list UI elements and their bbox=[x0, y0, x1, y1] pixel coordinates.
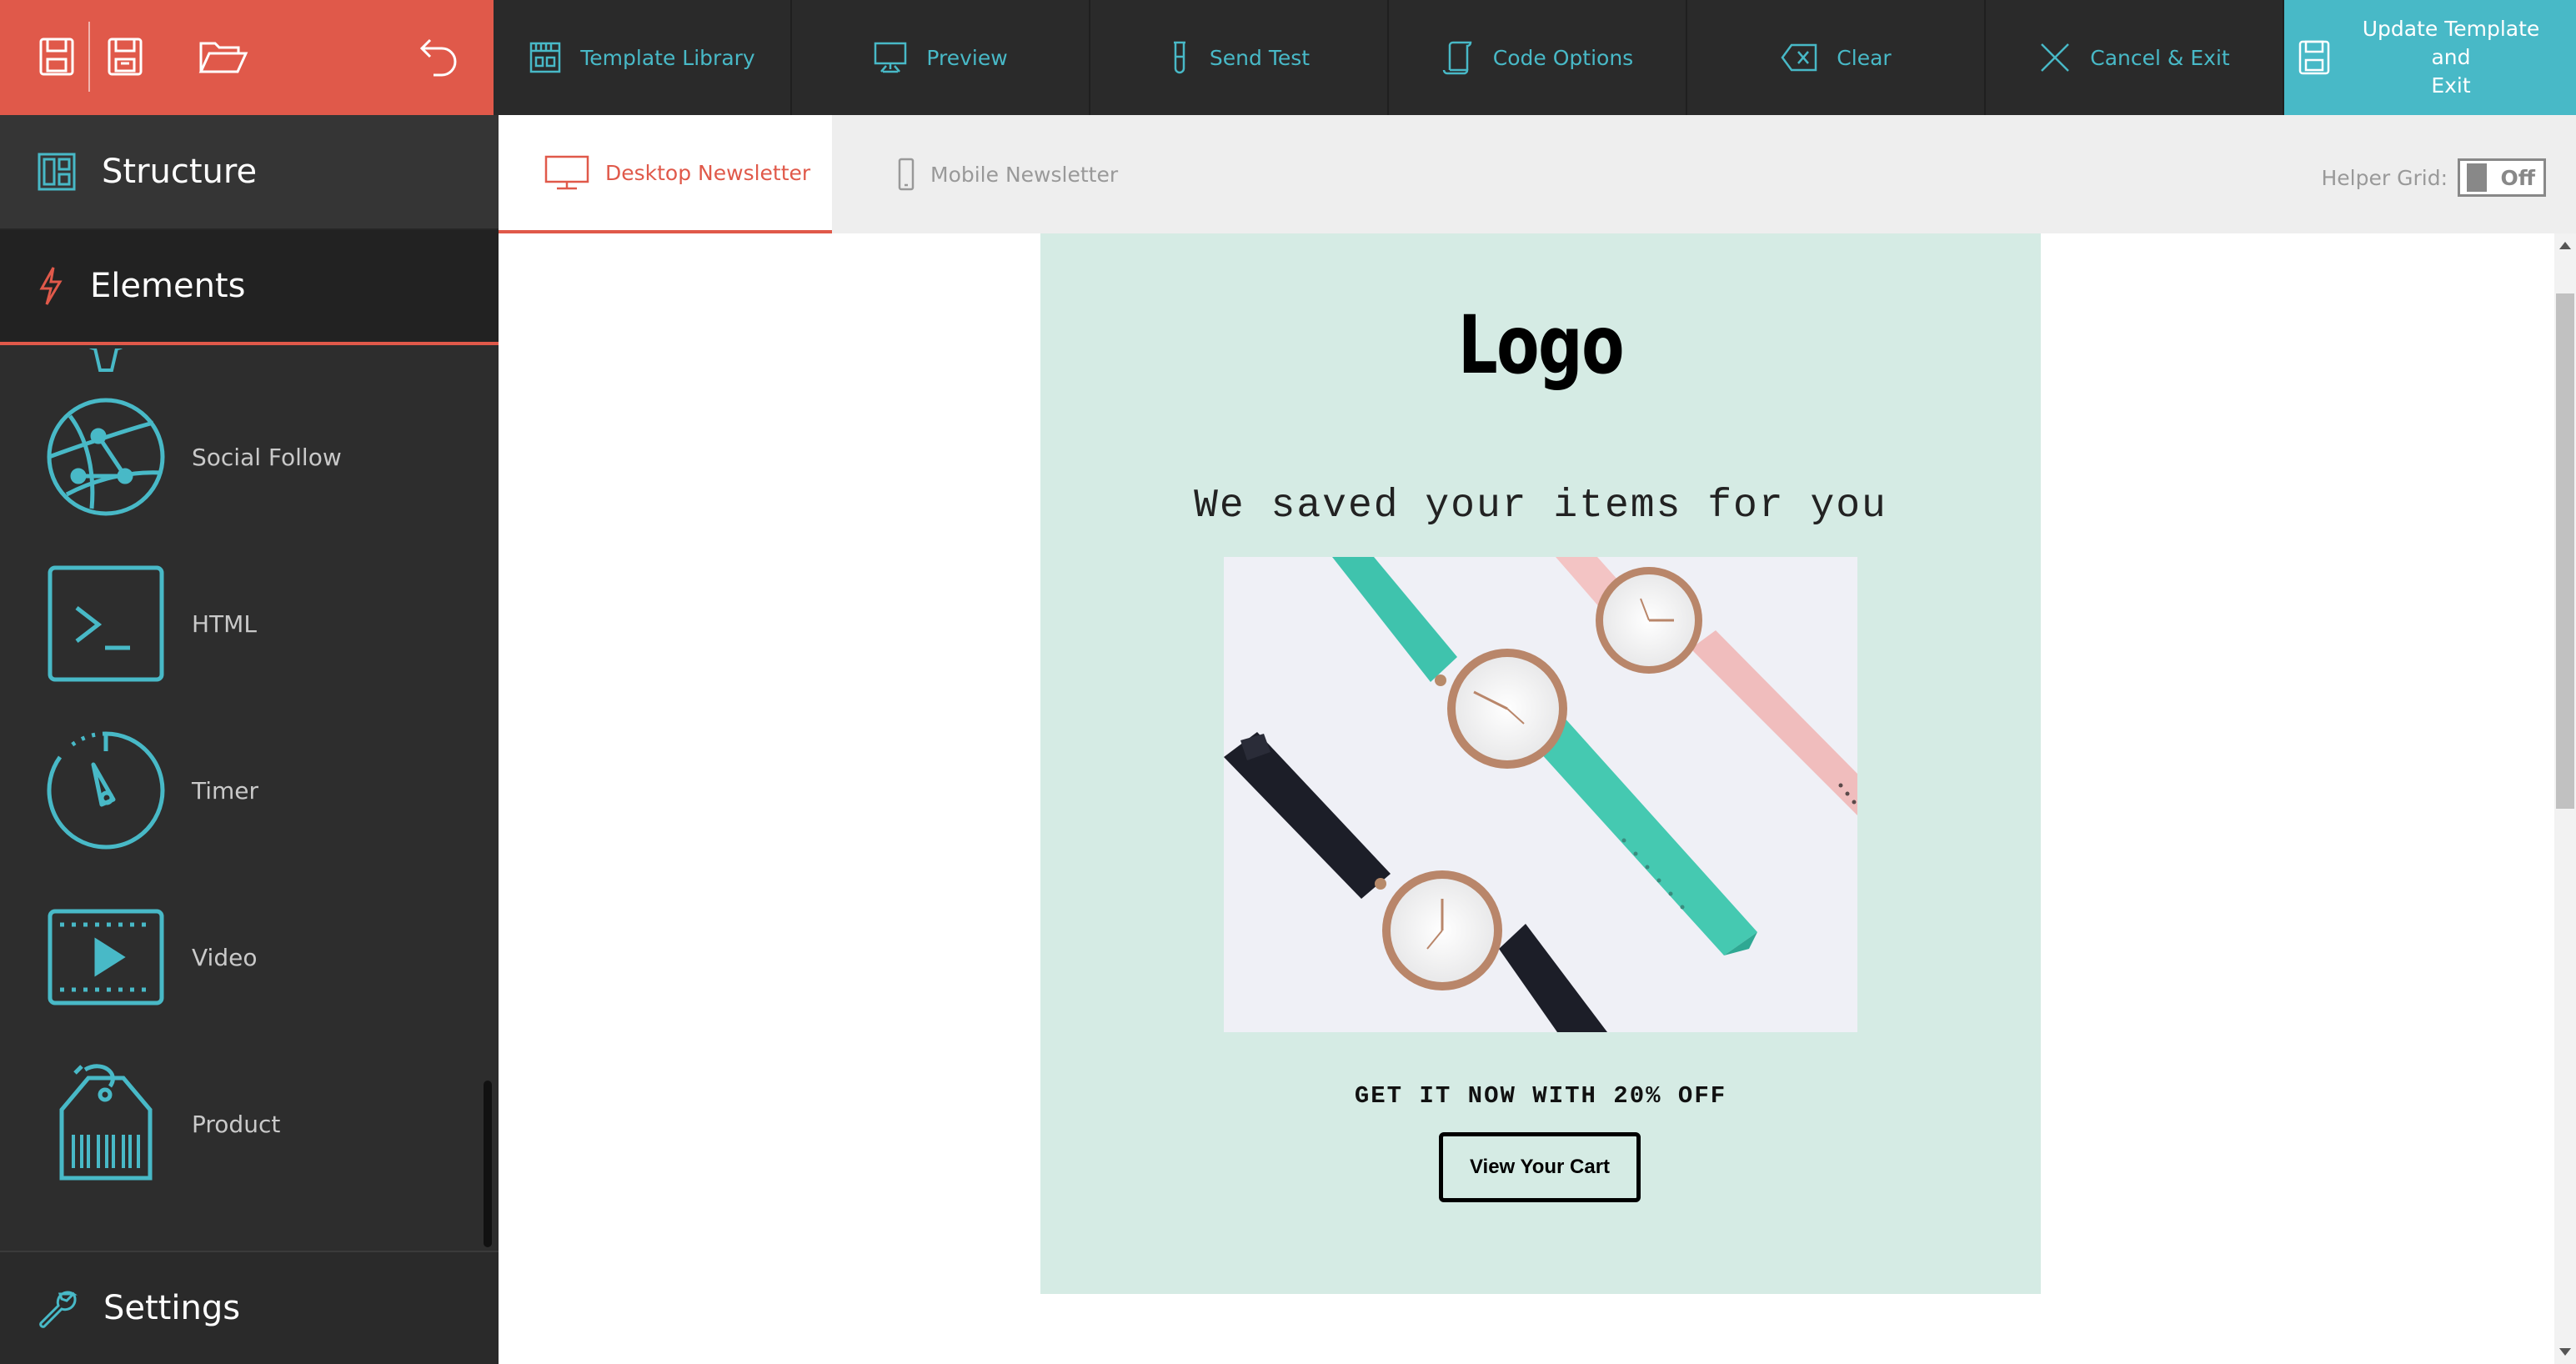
preview-label: Preview bbox=[926, 45, 1008, 70]
scroll-up-arrow-icon[interactable] bbox=[2559, 242, 2571, 249]
send-test-label: Send Test bbox=[1209, 45, 1311, 70]
scroll-down-arrow-icon[interactable] bbox=[2559, 1348, 2571, 1356]
video-icon bbox=[43, 895, 168, 1020]
clear-button[interactable]: Clear bbox=[1687, 0, 1986, 115]
main-toolbar: Template Library Preview Send Test Code … bbox=[494, 0, 2576, 115]
cancel-exit-button[interactable]: Cancel & Exit bbox=[1986, 0, 2284, 115]
save-icon[interactable] bbox=[30, 30, 83, 83]
editor-canvas: Logo We saved your items for you GET IT … bbox=[499, 233, 2554, 1364]
top-toolbar: Template Library Preview Send Test Code … bbox=[0, 0, 2576, 115]
helper-grid-toggle[interactable]: Off bbox=[2458, 158, 2546, 197]
clear-label: Clear bbox=[1837, 45, 1892, 70]
email-offer-text[interactable]: GET IT NOW WITH 20% OFF bbox=[1040, 1082, 2041, 1110]
helper-grid: Helper Grid: Off bbox=[2321, 158, 2546, 197]
open-folder-icon[interactable] bbox=[197, 30, 250, 83]
toggle-knob bbox=[2467, 163, 2487, 192]
cancel-exit-label: Cancel & Exit bbox=[2090, 45, 2230, 70]
email-template[interactable]: Logo We saved your items for you GET IT … bbox=[1040, 233, 2041, 1294]
test-tube-icon bbox=[1173, 41, 1185, 74]
update-template-label: Update Template and Exit bbox=[2362, 17, 2540, 98]
separator bbox=[88, 22, 90, 92]
timer-icon bbox=[43, 728, 168, 853]
undo-icon[interactable] bbox=[412, 30, 465, 83]
structure-label: Structure bbox=[102, 153, 258, 191]
preview-button[interactable]: Preview bbox=[792, 0, 1090, 115]
element-timer-label: Timer bbox=[192, 776, 259, 805]
lightning-icon bbox=[39, 267, 63, 305]
mobile-phone-icon bbox=[898, 158, 915, 191]
sidebar: Structure Elements Social Follow HTML Ti… bbox=[0, 115, 499, 1364]
clear-backspace-icon bbox=[1781, 43, 1817, 72]
view-cart-button[interactable]: View Your Cart bbox=[1439, 1132, 1641, 1202]
scroll-thumb[interactable] bbox=[2556, 293, 2574, 809]
partial-element-icon[interactable] bbox=[60, 349, 152, 374]
email-logo[interactable]: Logo bbox=[1150, 298, 1931, 392]
email-headline[interactable]: We saved your items for you bbox=[1040, 484, 2041, 529]
social-follow-icon bbox=[43, 394, 168, 519]
send-test-button[interactable]: Send Test bbox=[1090, 0, 1389, 115]
canvas-scrollbar[interactable] bbox=[2554, 233, 2576, 1364]
preview-monitor-icon bbox=[875, 42, 907, 73]
helper-grid-state: Off bbox=[2500, 165, 2535, 190]
tab-desktop-label: Desktop Newsletter bbox=[605, 160, 811, 185]
save-as-icon[interactable] bbox=[98, 30, 152, 83]
code-options-label: Code Options bbox=[1492, 45, 1634, 70]
helper-grid-label: Helper Grid: bbox=[2321, 165, 2448, 190]
structure-layout-icon bbox=[38, 153, 76, 191]
tab-desktop-newsletter[interactable]: Desktop Newsletter bbox=[499, 115, 832, 233]
tab-mobile-label: Mobile Newsletter bbox=[930, 162, 1119, 187]
elements-list: Social Follow HTML Timer Video Product bbox=[0, 349, 499, 1249]
code-scroll-icon bbox=[1442, 41, 1472, 75]
template-library-icon bbox=[530, 42, 561, 73]
template-library-button[interactable]: Template Library bbox=[494, 0, 792, 115]
update-template-button[interactable]: Update Template and Exit bbox=[2284, 0, 2576, 115]
product-tag-icon bbox=[43, 1061, 168, 1186]
html-terminal-icon bbox=[43, 561, 168, 686]
element-timer[interactable]: Timer bbox=[0, 715, 484, 865]
settings-label: Settings bbox=[103, 1289, 241, 1327]
view-tabs-bar: Desktop Newsletter Mobile Newsletter Hel… bbox=[499, 115, 2576, 233]
sidebar-structure[interactable]: Structure bbox=[0, 115, 499, 230]
file-actions bbox=[0, 0, 494, 115]
element-html[interactable]: HTML bbox=[0, 549, 484, 699]
save-icon bbox=[2298, 40, 2330, 75]
desktop-monitor-icon bbox=[544, 155, 589, 190]
sidebar-settings[interactable]: Settings bbox=[0, 1251, 499, 1364]
element-product-label: Product bbox=[192, 1110, 281, 1138]
wrench-icon bbox=[39, 1291, 78, 1328]
close-icon bbox=[2041, 43, 2070, 72]
watches-product-image[interactable] bbox=[1224, 557, 1857, 1032]
element-video-label: Video bbox=[192, 943, 258, 971]
element-product[interactable]: Product bbox=[0, 1049, 484, 1199]
code-options-button[interactable]: Code Options bbox=[1389, 0, 1687, 115]
tab-mobile-newsletter[interactable]: Mobile Newsletter bbox=[897, 115, 1118, 233]
sidebar-scrollbar[interactable] bbox=[484, 1081, 492, 1247]
element-video[interactable]: Video bbox=[0, 882, 484, 1032]
element-html-label: HTML bbox=[192, 609, 257, 638]
elements-label: Elements bbox=[90, 267, 246, 305]
element-social-follow[interactable]: Social Follow bbox=[0, 382, 484, 532]
sidebar-elements[interactable]: Elements bbox=[0, 230, 499, 345]
template-library-label: Template Library bbox=[580, 45, 755, 70]
element-social-follow-label: Social Follow bbox=[192, 443, 342, 471]
